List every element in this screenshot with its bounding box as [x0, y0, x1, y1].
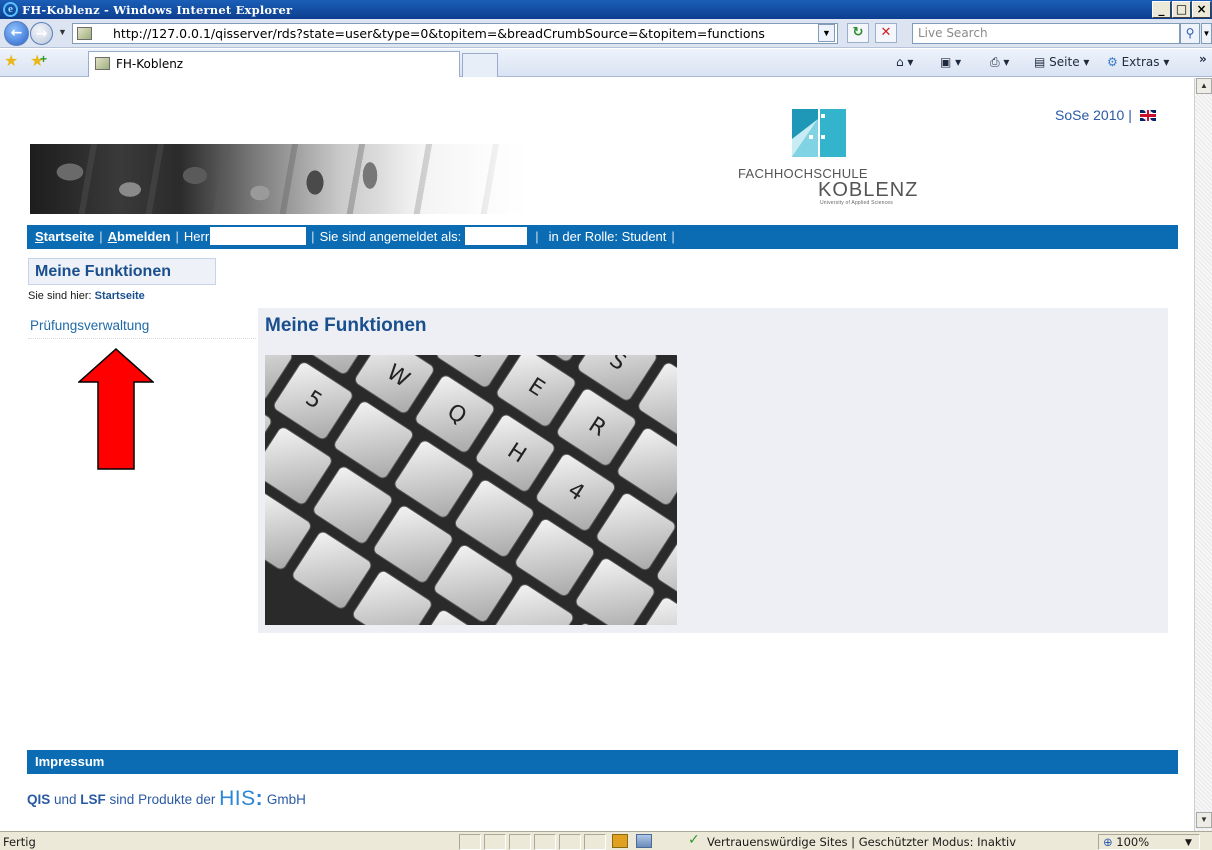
zoom-icon: ⊕: [1103, 835, 1117, 849]
header-lecture-photo: [30, 144, 530, 214]
add-favorite-icon[interactable]: ★: [30, 51, 47, 70]
nav-separator: |: [671, 229, 675, 244]
breadcrumb: Sie sind hier: Startseite: [28, 290, 145, 302]
popup-blocker-icon[interactable]: [636, 834, 652, 848]
scroll-up-icon[interactable]: ▲: [1196, 78, 1212, 94]
status-pane: [559, 834, 581, 850]
feeds-button[interactable]: ▣ ▾: [940, 55, 961, 69]
page-menu-label: Seite ▾: [1049, 55, 1090, 69]
logo-text-subtitle: University of Applied Sciences: [820, 200, 893, 206]
tab-toolbar: ★ ★ FH-Koblenz ⌂ ▾ ▣ ▾ ⎙ ▾ ▤ Seite ▾ ⚙ E…: [0, 49, 1212, 77]
status-pane: [584, 834, 606, 850]
footer-qis: QIS: [27, 792, 51, 807]
new-tab-button[interactable]: [462, 53, 498, 77]
window-titlebar: e FH-Koblenz - Windows Internet Explorer…: [0, 0, 1212, 19]
logged-in-as-label: Sie sind angemeldet als:: [319, 229, 462, 244]
stop-button[interactable]: ✕: [875, 23, 897, 43]
security-zone-text[interactable]: Vertrauenswürdige Sites | Geschützter Mo…: [707, 835, 1016, 849]
impressum-link[interactable]: Impressum: [27, 750, 1178, 774]
recent-pages-dropdown-icon[interactable]: ▼: [58, 27, 67, 37]
page-favicon-icon: [77, 27, 92, 40]
back-button[interactable]: ←: [4, 21, 29, 46]
nav-abmelden-link[interactable]: Abmelden: [108, 229, 171, 244]
print-button[interactable]: ⎙ ▾: [990, 55, 1009, 70]
nav-separator: |: [99, 229, 103, 244]
more-commands-button[interactable]: »: [1199, 52, 1207, 66]
footer-gmbh: GmbH: [263, 792, 306, 807]
user-salutation: Herr: [183, 229, 210, 244]
his-logo-link[interactable]: HIS:: [219, 787, 263, 810]
internet-explorer-icon: e: [3, 2, 18, 17]
fh-koblenz-logo-icon: [792, 109, 846, 157]
address-url: http://127.0.0.1/qisserver/rds?state=use…: [113, 26, 765, 41]
address-toolbar: ← → ▼ http://127.0.0.1/qisserver/rds?sta…: [0, 19, 1212, 48]
user-role-label: in der Rolle: Student: [548, 229, 667, 244]
semester-label: SoSe 2010: [1055, 107, 1125, 123]
refresh-button[interactable]: ↻: [847, 23, 869, 43]
checkmark-icon: ✓: [688, 832, 700, 848]
search-input[interactable]: Live Search: [912, 23, 1180, 44]
search-options-dropdown-icon[interactable]: ▼: [1201, 23, 1212, 44]
footer-text: sind Produkte der: [105, 792, 220, 807]
favorites-star-icon[interactable]: ★: [4, 54, 18, 70]
close-button[interactable]: ×: [1192, 1, 1211, 18]
tab-favicon-icon: [95, 57, 110, 70]
zoom-level: 100%: [1116, 835, 1150, 849]
gear-icon: ⚙: [1107, 55, 1122, 69]
menu-divider: [28, 338, 256, 339]
meine-funktionen-tab[interactable]: Meine Funktionen: [28, 258, 216, 285]
content-heading: Meine Funktionen: [265, 315, 427, 336]
tab-fh-koblenz[interactable]: FH-Koblenz: [88, 51, 460, 77]
footer-credits: QIS und LSF sind Produkte der HIS: GmbH: [27, 787, 306, 811]
status-pane: [534, 834, 556, 850]
maximize-button[interactable]: □: [1172, 1, 1191, 18]
zoom-dropdown-icon[interactable]: ▼: [1185, 836, 1192, 850]
tools-menu-label: Extras ▾: [1121, 55, 1170, 69]
english-flag-icon[interactable]: [1139, 110, 1156, 121]
status-pane: [484, 834, 506, 850]
zoom-control[interactable]: ⊕ 100% ▼: [1098, 834, 1200, 850]
status-bar: Fertig ✓ Vertrauenswürdige Sites | Gesch…: [0, 831, 1212, 850]
address-dropdown-button[interactable]: ▼: [818, 24, 835, 42]
search-icon[interactable]: ⚲: [1180, 23, 1200, 44]
tab-label: FH-Koblenz: [116, 57, 184, 71]
status-pane: [459, 834, 481, 850]
footer-und: und: [50, 792, 81, 807]
page-icon: ▤: [1034, 55, 1050, 69]
nav-separator: |: [535, 229, 539, 244]
keyboard-photo: YXCVSDFGERTWQH45: [265, 355, 677, 625]
breadcrumb-startseite-link[interactable]: Startseite: [95, 290, 145, 302]
nav-startseite-link[interactable]: Startseite: [35, 229, 94, 244]
minimize-button[interactable]: _: [1152, 1, 1171, 18]
keyboard-illustration: YXCVSDFGERTWQH45: [265, 355, 677, 625]
semester-selector[interactable]: SoSe 2010 |: [1055, 107, 1156, 123]
status-text: Fertig: [3, 835, 36, 849]
semester-separator: |: [1128, 107, 1132, 123]
logo-text-koblenz: KOBLENZ: [818, 179, 919, 201]
red-arrow-annotation-icon: [78, 348, 154, 470]
nav-separator: |: [175, 229, 179, 244]
status-pane: [509, 834, 531, 850]
top-navigation-bar: Startseite | Abmelden | Herr | Sie sind angeme…: [27, 225, 1178, 249]
tools-menu-button[interactable]: ⚙ Extras ▾: [1107, 55, 1169, 69]
forward-button[interactable]: →: [30, 22, 53, 45]
footer-lsf: LSF: [80, 792, 106, 807]
vertical-scrollbar[interactable]: ▲ ▼: [1194, 78, 1212, 831]
menu-item-pruefungsverwaltung[interactable]: Prüfungsverwaltung: [30, 318, 149, 333]
home-button[interactable]: ⌂ ▾: [896, 55, 913, 69]
lock-icon[interactable]: [612, 834, 628, 848]
address-input[interactable]: http://127.0.0.1/qisserver/rds?state=use…: [72, 23, 838, 44]
scroll-down-icon[interactable]: ▼: [1196, 812, 1212, 828]
window-title: FH-Koblenz - Windows Internet Explorer: [22, 3, 293, 17]
redacted-login-name: [465, 227, 528, 245]
page-menu-button[interactable]: ▤ Seite ▾: [1034, 55, 1089, 69]
nav-separator: |: [311, 229, 315, 244]
redacted-user-name: [210, 227, 307, 245]
breadcrumb-prefix: Sie sind hier:: [28, 290, 95, 302]
